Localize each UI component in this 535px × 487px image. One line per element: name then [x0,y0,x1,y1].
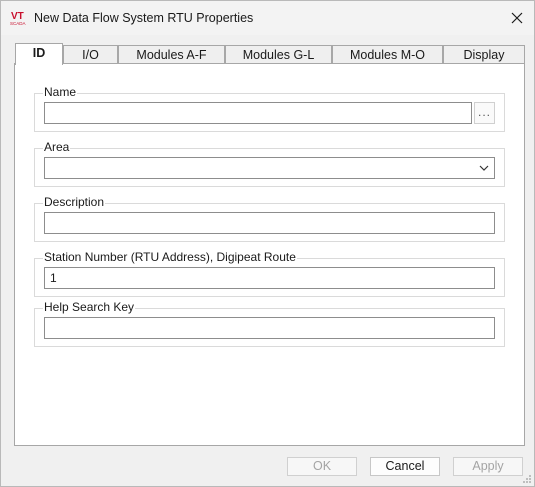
description-label: Description [43,195,106,209]
help-search-key-label: Help Search Key [43,300,136,314]
station-number-group: Station Number (RTU Address), Digipeat R… [34,250,505,297]
area-label: Area [43,140,71,154]
station-number-label: Station Number (RTU Address), Digipeat R… [43,250,297,264]
help-search-key-group: Help Search Key [34,300,505,347]
properties-dialog: VT SCADA New Data Flow System RTU Proper… [0,0,535,487]
name-group: Name ... [34,85,505,132]
tab-modules-a-f[interactable]: Modules A-F [118,45,225,64]
tab-io[interactable]: I/O [63,45,118,64]
tab-strip: ID I/O Modules A-F Modules G-L Modules M… [15,43,525,65]
tab-id[interactable]: ID [15,43,63,65]
tab-modules-g-l[interactable]: Modules G-L [225,45,332,64]
vtscada-app-icon: VT SCADA [10,11,26,26]
ok-button[interactable]: OK [287,457,357,476]
area-group: Area [34,140,505,187]
station-number-field[interactable]: 1 [44,267,495,289]
chevron-down-icon [479,165,489,171]
app-icon-subtext: SCADA [10,21,26,26]
area-dropdown[interactable] [44,157,495,179]
name-field[interactable] [44,102,472,124]
cancel-button[interactable]: Cancel [370,457,440,476]
close-icon [511,12,523,24]
window-title: New Data Flow System RTU Properties [34,11,254,25]
description-field[interactable] [44,212,495,234]
id-tab-panel: Name ... Area Description Station Number… [14,63,525,446]
name-browse-button[interactable]: ... [474,102,495,124]
resize-grip-icon[interactable] [522,474,532,484]
close-button[interactable] [500,1,534,35]
apply-button[interactable]: Apply [453,457,523,476]
title-bar[interactable]: VT SCADA New Data Flow System RTU Proper… [1,1,534,35]
tab-display[interactable]: Display [443,45,525,64]
name-label: Name [43,85,78,99]
description-group: Description [34,195,505,242]
help-search-key-field[interactable] [44,317,495,339]
tab-modules-m-o[interactable]: Modules M-O [332,45,443,64]
